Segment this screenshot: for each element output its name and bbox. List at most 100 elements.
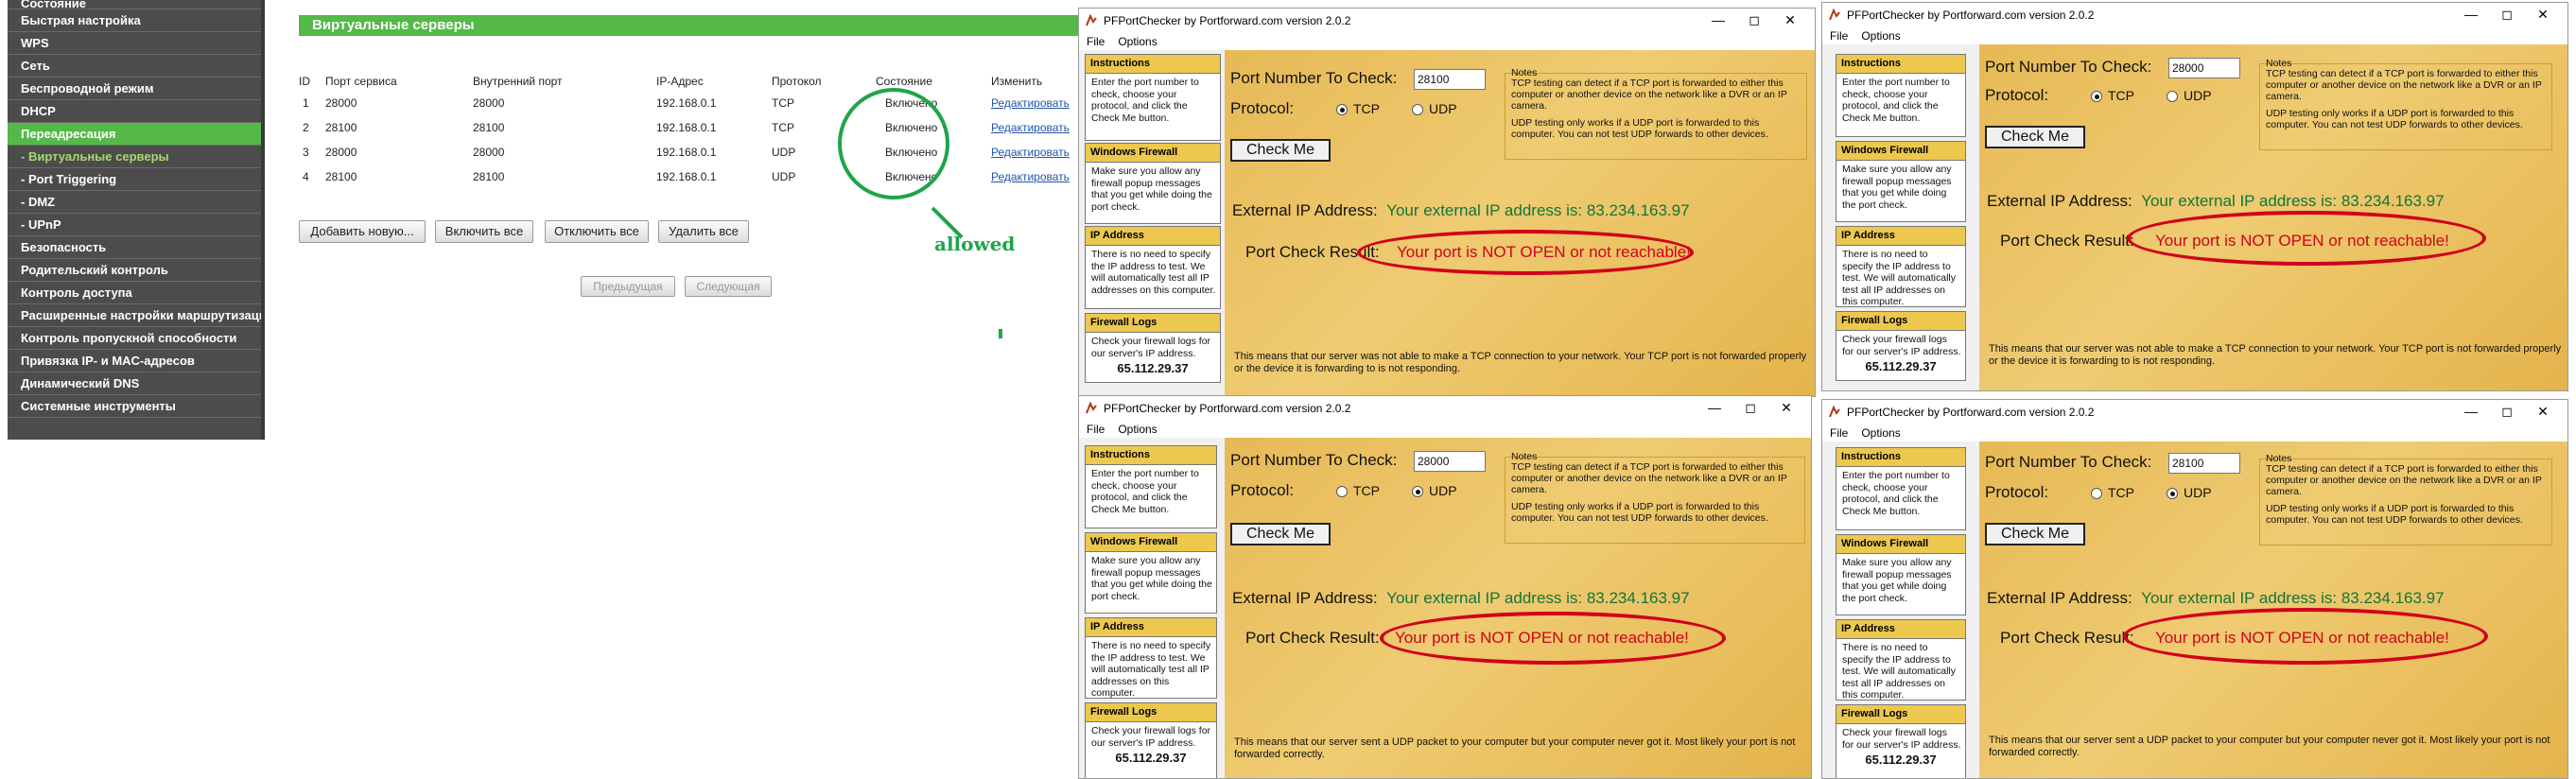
firewall-heading: Windows Firewall [1836,142,1965,161]
result-value: Your port is NOT OPEN or not reachable! [2155,232,2449,250]
menu-bar: File Options [1822,27,2567,44]
menu-file[interactable]: File [1079,421,1110,436]
menu-options[interactable]: Options [1854,27,1906,43]
sidebar-item-quick-setup[interactable]: Быстрая настройка [8,9,261,32]
sidebar-item-parental-control[interactable]: Родительский контроль [8,259,261,282]
column-header-internal-port: Внутренний порт [473,75,563,88]
sidebar-item-network[interactable]: Сеть [8,55,261,78]
maximize-icon[interactable]: ◻ [2490,400,2524,424]
check-me-button[interactable]: Check Me [1985,126,2085,148]
ip-address-box: IP Address There is no need to specify t… [1085,617,1217,699]
enable-all-button[interactable]: Включить все [435,220,533,243]
close-icon[interactable]: ✕ [2526,400,2560,424]
udp-radio[interactable] [2167,488,2178,499]
port-label: Port Number To Check: [1985,453,2152,471]
annotation-allowed-label: allowed [934,233,1016,255]
sidebar-item-port-triggering[interactable]: - Port Triggering [8,168,261,191]
previous-page-button[interactable]: Предыдущая [581,276,675,297]
check-me-button[interactable]: Check Me [1985,523,2085,545]
tcp-radio[interactable] [2091,488,2102,499]
minimize-icon[interactable]: — [2454,400,2488,424]
firewall-logs-box: Firewall Logs Check your firewall logs f… [1836,704,1966,778]
ip-address-heading: IP Address [1086,618,1216,637]
server-ip: 65.112.29.37 [1865,359,1937,373]
check-me-button[interactable]: Check Me [1230,523,1331,545]
maximize-icon[interactable]: ◻ [2490,3,2524,27]
sidebar-item-bandwidth-control[interactable]: Контроль пропускной способности [8,327,261,350]
menu-file[interactable]: File [1822,27,1854,43]
port-input[interactable]: 28100 [2168,453,2240,474]
maximize-icon[interactable]: ◻ [1737,9,1771,33]
check-me-button[interactable]: Check Me [1230,139,1331,162]
udp-label: UDP [1429,101,1457,116]
close-icon[interactable]: ✕ [2526,3,2560,27]
sidebar-item-status[interactable]: Состояние [8,0,261,9]
sidebar-item-security[interactable]: Безопасность [8,236,261,259]
sidebar-item-ip-mac-binding[interactable]: Привязка IP- и MAC-адресов [8,350,261,372]
close-icon[interactable]: ✕ [1773,9,1807,33]
external-ip-value: Your external IP address is: 83.234.163.… [1386,201,1690,219]
window-title: PFPortChecker by Portforward.com version… [1104,402,1351,415]
sidebar-item-dhcp[interactable]: DHCP [8,100,261,123]
ip-address-heading: IP Address [1086,227,1220,246]
udp-radio[interactable] [1412,104,1423,115]
minimize-icon[interactable]: — [1701,9,1735,33]
firewall-text: Make sure you allow any firewall popup m… [1842,557,1952,604]
close-icon[interactable]: ✕ [1769,396,1803,421]
tcp-radio[interactable] [1336,104,1348,115]
edit-link[interactable]: Редактировать [991,96,1070,110]
sidebar-item-wps[interactable]: WPS [8,32,261,55]
pf-window-tcp-2: PFPortChecker by Portforward.com version… [1821,2,2568,391]
ip-address-box: IP Address There is no need to specify t… [1836,226,1966,307]
tcp-radio[interactable] [2091,91,2102,102]
sidebar-item-wireless[interactable]: Беспроводной режим [8,78,261,100]
next-page-button[interactable]: Следующая [685,276,772,297]
maximize-icon[interactable]: ◻ [1733,396,1767,421]
menu-options[interactable]: Options [1854,424,1906,440]
add-new-button[interactable]: Добавить новую... [299,220,426,243]
disable-all-button[interactable]: Отключить все [545,220,649,243]
firewall-box: Windows Firewall Make sure you allow any… [1836,534,1966,615]
port-label: Port Number To Check: [1230,69,1398,87]
sidebar-item-system-tools[interactable]: Системные инструменты [8,395,261,418]
tcp-radio[interactable] [1336,486,1348,497]
sidebar-item-upnp[interactable]: - UPnP [8,214,261,236]
notes-udp: UDP testing only works if a UDP port is … [2266,108,2523,130]
window-title: PFPortChecker by Portforward.com version… [1847,9,2095,22]
main-panel: Port Number To Check: 28100 Protocol: TC… [1979,441,2567,778]
ip-address-heading: IP Address [1836,227,1965,246]
instructions-box: Instructions Enter the port number to ch… [1085,445,1217,528]
minimize-icon[interactable]: — [2454,3,2488,27]
sidebar-item-access-control[interactable]: Контроль доступа [8,282,261,304]
window-title: PFPortChecker by Portforward.com version… [1104,14,1351,27]
result-value: Your port is NOT OPEN or not reachable! [2155,629,2449,647]
result-label: Port Check Result: [2000,629,2134,647]
port-input[interactable]: 28000 [2168,58,2240,78]
menu-file[interactable]: File [1079,33,1110,48]
sidebar-item-dmz[interactable]: - DMZ [8,191,261,214]
instructions-text: Enter the port number to check, choose y… [1091,77,1199,124]
result-label: Port Check Result: [1245,629,1380,647]
sidebar-item-dynamic-dns[interactable]: Динамический DNS [8,372,261,395]
edit-link[interactable]: Редактировать [991,146,1070,159]
sidebar-item-advanced-routing[interactable]: Расширенные настройки маршрутизации [8,304,261,327]
menu-options[interactable]: Options [1110,421,1162,436]
port-input[interactable]: 28100 [1414,69,1486,90]
udp-radio[interactable] [2167,91,2178,102]
cell-id: 1 [303,96,309,110]
udp-radio[interactable] [1412,486,1423,497]
table-row: 3 28000 28000 192.168.0.1 UDP Включено Р… [299,140,1076,164]
instructions-heading: Instructions [1086,55,1220,74]
edit-link[interactable]: Редактировать [991,121,1070,134]
menu-file[interactable]: File [1822,424,1854,440]
menu-bar: File Options [1822,424,2567,441]
delete-all-button[interactable]: Удалить все [658,220,749,243]
port-input[interactable]: 28000 [1414,451,1486,472]
router-sidebar: Состояние Быстрая настройка WPS Сеть Бес… [8,0,265,440]
sidebar-item-forwarding[interactable]: Переадресация [8,123,261,146]
sidebar-item-virtual-servers[interactable]: - Виртуальные серверы [8,146,261,168]
menu-options[interactable]: Options [1110,33,1162,48]
edit-link[interactable]: Редактировать [991,170,1070,183]
menu-bar: File Options [1079,421,1811,438]
minimize-icon[interactable]: — [1697,396,1732,421]
